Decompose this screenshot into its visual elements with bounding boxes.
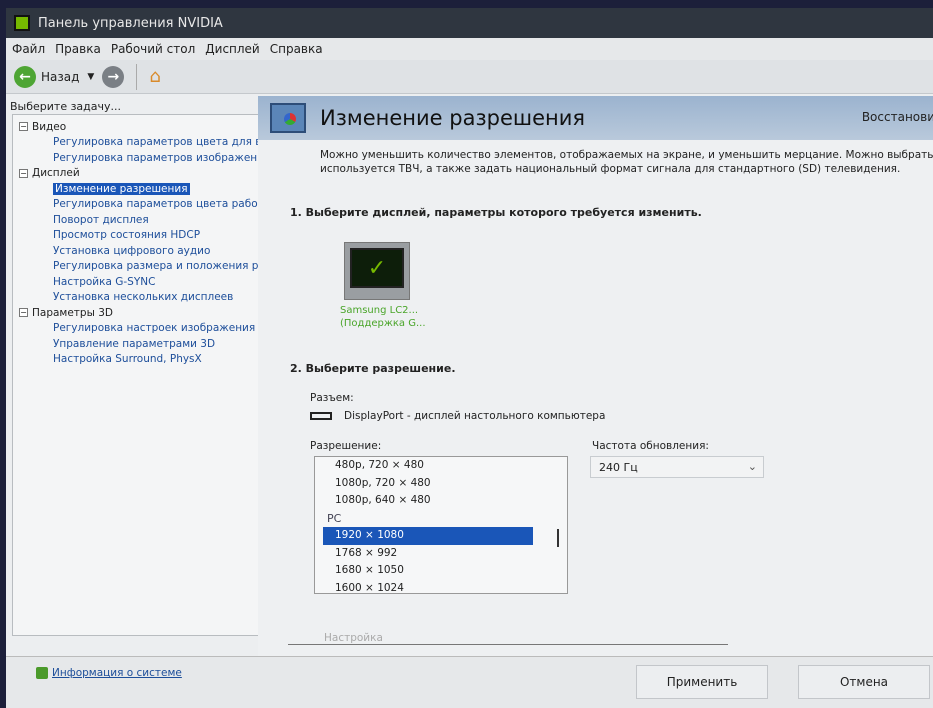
menu-help[interactable]: Справка [268, 42, 331, 56]
task-tree[interactable]: − Видео Регулировка параметров цвета для … [12, 114, 261, 636]
title-bar: Панель управления NVIDIA [6, 8, 933, 38]
back-arrow-icon[interactable]: ← [14, 65, 36, 88]
bottom-bar: Информация о системе Применить Отмена [6, 656, 933, 708]
connector-row: DisplayPort - дисплей настольного компью… [310, 410, 605, 422]
tree-group-label: Видео [32, 120, 67, 133]
customize-button[interactable]: Настройка [324, 632, 383, 644]
tree-item-selected[interactable]: Изменение разрешения [13, 181, 260, 197]
tree-item-label: Поворот дисплея [53, 213, 149, 226]
resolution-list[interactable]: 480p, 720 × 480 1080p, 720 × 480 1080p, … [314, 456, 568, 594]
tree-item[interactable]: Регулировка параметров изображения д [13, 150, 260, 166]
tree-item[interactable]: Регулировка параметров цвета для вид [13, 135, 260, 151]
resolution-option-selected[interactable]: 1920 × 1080 [323, 527, 533, 545]
tree-item-label: Просмотр состояния HDCP [53, 229, 201, 242]
page-header: Изменение разрешения Восстановит [258, 96, 933, 140]
forward-button[interactable]: → [102, 65, 125, 88]
displayport-icon [310, 412, 332, 420]
step1-heading: 1. Выберите дисплей, параметры которого … [290, 206, 702, 219]
tree-item[interactable]: Настройка G-SYNC [13, 274, 260, 290]
menu-file[interactable]: Файл [10, 42, 53, 56]
menu-display[interactable]: Дисплей [203, 42, 267, 56]
display-selector-samsung[interactable]: ✓ [344, 242, 410, 300]
description-line: Можно уменьшить количество элементов, от… [320, 149, 933, 161]
system-info-label: Информация о системе [52, 667, 182, 679]
tree-item[interactable]: Регулировка настроек изображения с пр [13, 321, 260, 337]
refresh-rate-dropdown[interactable]: 240 Гц ⌄ [590, 456, 764, 478]
system-info-link[interactable]: Информация о системе [36, 667, 182, 679]
tree-item-label: Установка нескольких дисплеев [53, 291, 234, 304]
tree-group-label: Дисплей [32, 167, 80, 180]
tree-item[interactable]: Поворот дисплея [13, 212, 260, 228]
tree-item-label: Регулировка параметров изображения д [53, 151, 261, 164]
tree-item[interactable]: Настройка Surround, PhysX [13, 352, 260, 368]
tree-item[interactable]: Просмотр состояния HDCP [13, 228, 260, 244]
list-scrollbar[interactable] [557, 529, 559, 547]
display-settings-icon [270, 103, 306, 133]
restore-defaults-link[interactable]: Восстановит [862, 110, 933, 124]
resolution-option[interactable]: 1600 × 1024 [315, 580, 567, 594]
tree-group-display[interactable]: − Дисплей [13, 166, 260, 182]
collapse-icon[interactable]: − [19, 308, 28, 318]
resolution-option[interactable]: 1680 × 1050 [315, 562, 567, 580]
info-icon [36, 667, 48, 679]
window-title: Панель управления NVIDIA [38, 15, 223, 31]
main-panel: Изменение разрешения Восстановит Можно у… [258, 96, 933, 656]
collapse-icon[interactable]: − [19, 168, 28, 178]
toolbar: ← Назад ▼ → ⌂ [6, 60, 933, 94]
resolution-group-pc: PC [327, 511, 342, 525]
chevron-down-icon: ⌄ [747, 460, 757, 473]
resolution-option[interactable]: 1768 × 992 [315, 545, 567, 563]
tree-item[interactable]: Регулировка размера и положения рабо [13, 259, 260, 275]
home-icon[interactable]: ⌂ [149, 66, 160, 87]
page-title: Изменение разрешения [320, 106, 586, 130]
resolution-option[interactable]: 1080p, 720 × 480 [315, 475, 567, 493]
tree-item-label: Изменение разрешения [53, 182, 190, 195]
tree-item-label: Управление параметрами 3D [53, 337, 216, 350]
tree-item-label: Регулировка настроек изображения с пр [53, 322, 261, 335]
connector-label: Разъем: [310, 392, 354, 404]
display-subtitle: (Поддержка G... [340, 318, 426, 329]
refresh-rate-value: 240 Гц [599, 461, 638, 474]
tree-item-label: Установка цифрового аудио [53, 244, 211, 257]
tree-item[interactable]: Установка нескольких дисплеев [13, 290, 260, 306]
resolution-label: Разрешение: [310, 440, 382, 452]
apply-button[interactable]: Применить [636, 665, 768, 699]
display-label[interactable]: Samsung LC2... (Поддержка G... [340, 304, 426, 330]
resolution-option[interactable]: 1080p, 640 × 480 [315, 492, 567, 510]
menu-desktop[interactable]: Рабочий стол [109, 42, 203, 56]
back-dropdown-icon[interactable]: ▼ [87, 72, 94, 82]
tree-item-label: Регулировка параметров цвета для вид [53, 136, 261, 149]
tree-group-label: Параметры 3D [32, 306, 113, 319]
collapse-icon[interactable]: − [19, 122, 28, 132]
tree-item[interactable]: Регулировка параметров цвета рабочег [13, 197, 260, 213]
tree-item-label: Настройка G-SYNC [53, 275, 156, 288]
refresh-rate-label: Частота обновления: [592, 440, 709, 452]
tree-item-label: Настройка Surround, PhysX [53, 353, 202, 366]
description-line: используется ТВЧ, а также задать национа… [320, 163, 901, 175]
display-name: Samsung LC2... [340, 305, 419, 316]
resolution-option[interactable]: 480p, 720 × 480 [315, 457, 567, 475]
page-description: Можно уменьшить количество элементов, от… [258, 140, 933, 176]
connector-value: DisplayPort - дисплей настольного компью… [344, 410, 606, 422]
cancel-button[interactable]: Отмена [798, 665, 930, 699]
tree-group-3d[interactable]: − Параметры 3D [13, 305, 260, 321]
nvidia-app-icon [14, 15, 30, 31]
menu-edit[interactable]: Правка [53, 42, 109, 56]
tree-item-label: Регулировка параметров цвета рабочег [53, 198, 261, 211]
task-sidebar: Выберите задачу... − Видео Регулировка па… [6, 96, 266, 656]
step2-heading: 2. Выберите разрешение. [290, 362, 456, 375]
tree-item[interactable]: Установка цифрового аудио [13, 243, 260, 259]
nvidia-control-panel-window: Панель управления NVIDIA Файл Правка Раб… [6, 8, 933, 708]
back-button[interactable]: Назад [41, 70, 79, 84]
menu-bar: Файл Правка Рабочий стол Дисплей Справка [6, 38, 933, 60]
tree-item-label: Регулировка размера и положения рабо [53, 260, 261, 273]
nvidia-monitor-icon: ✓ [350, 248, 404, 288]
tree-group-video[interactable]: − Видео [13, 119, 260, 135]
toolbar-divider [136, 63, 138, 90]
tree-item[interactable]: Управление параметрами 3D [13, 336, 260, 352]
divider [288, 644, 728, 645]
